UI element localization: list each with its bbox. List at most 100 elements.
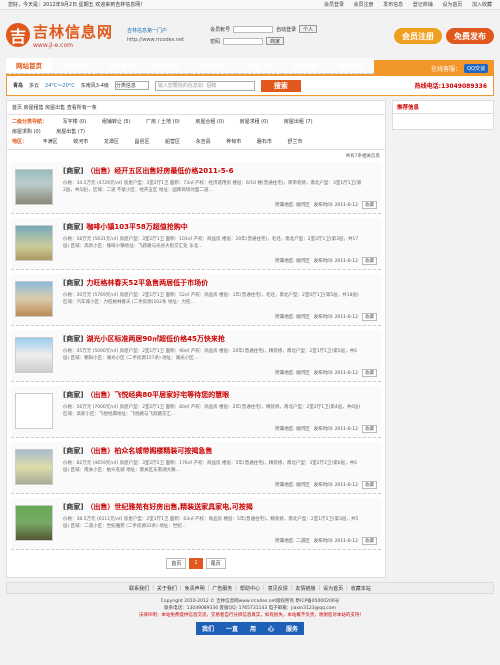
listing-thumbnail[interactable] [15,393,53,429]
account-input[interactable] [233,25,274,33]
page-last[interactable]: 尾页 [205,558,226,569]
nav-map[interactable]: 城市地图 [282,58,328,74]
top-link-shop[interactable]: 登记商铺 [413,2,433,8]
top-link-homepage[interactable]: 设为首页 [442,2,462,8]
listing-thumbnail[interactable] [15,449,53,485]
listing-thumbnail[interactable] [15,281,53,317]
qq-chat-button[interactable]: QQ交谈 [464,63,488,73]
listing-tag: [商家] [63,223,84,231]
cat-want-rent[interactable]: 房屋求租 (0) [240,119,269,125]
account-label: 会员帐号 [210,26,231,33]
weather-wind: 东南风3-4级 [80,83,109,89]
cat-office[interactable]: 写字楼 (0) [63,119,87,125]
listing-title[interactable]: 咖啡小镇103平58万超值抢购中 [86,223,187,231]
cat-share[interactable]: 房屋合租 (0) [195,119,224,125]
search-button[interactable]: 搜索 [260,79,301,92]
contact-text: 联系电话：13049089336 客服QQ: 1765731143 电子邮箱：j… [164,606,336,611]
legal-notice: 法律声明：本站免费提供信息交流，交易者自行分辨信息真实，如有损失，本站概不负责，… [138,613,362,618]
favorite-button[interactable]: 收藏 [362,425,377,433]
nav-forum[interactable]: 信息贴吧 [190,58,236,74]
listing-area: 所属地区: 顺河区 [275,203,310,208]
nav-news[interactable]: 本地新闻 [144,58,190,74]
member-register-button[interactable]: 会员注册 [394,28,442,44]
area-item[interactable]: 磐石市 [257,139,272,145]
listing-title[interactable]: （出售）柏众名城带阁楼精装可按揭急售 [86,447,212,455]
favorite-button[interactable]: 收藏 [362,313,377,321]
footer-link[interactable]: 帮助中心 [240,585,260,592]
cat-factory[interactable]: 厂房 / 土地 (0) [146,119,180,125]
cat-want-buy[interactable]: 房屋求购 (0) [12,129,41,135]
footer-link[interactable]: 友情链接 [295,585,315,592]
area-item[interactable]: 桦甸市 [226,139,241,145]
listing-tag: [商家] [63,335,84,343]
nav-home[interactable]: 网站首页 [6,58,52,74]
search-input[interactable]: 输入您要找的信息如: 招聘 [154,80,255,91]
favorite-button[interactable]: 收藏 [362,537,377,545]
nav-broadcast[interactable]: 同城广播 [236,58,282,74]
listing-desc: 价格：30万元 (5769元/㎡) 房屋户型：2室1厅1卫 面积：52㎡ 产权：… [63,293,359,305]
listing-title[interactable]: 力旺格林春天52平急售两居低于市场价 [86,279,208,287]
footer-link[interactable]: 免责声明 [185,585,205,592]
top-link-register[interactable]: 会员注册 [354,2,374,8]
footer-link[interactable]: 收藏本站 [351,585,371,592]
page-first[interactable]: 首页 [166,558,187,569]
listing-item[interactable]: [商家] 湖光小区标准两居90㎡超低价格45万快来抢 价格：45万元 (5000元… [11,330,381,382]
cat-sale[interactable]: 房屋出售 (7) [56,129,85,135]
area-item[interactable]: 龙潭区 [104,139,119,145]
nav-classified[interactable]: 分类信息 [52,58,98,74]
area-item[interactable]: 舒兰市 [287,139,302,145]
listing-time: 发布时间: 2011-6-12 [313,371,358,376]
listing-thumbnail[interactable] [15,169,53,205]
footer-link[interactable]: 关于我们 [157,585,177,592]
listing-thumbnail[interactable] [15,337,53,373]
welcome-text: 您好，今天是：2012年9月2日 星期五 欢迎来到吉林信息网！ [8,2,146,8]
area-item[interactable]: 丰满区 [43,139,58,145]
listing-item[interactable]: [商家] 力旺格林春天52平急售两居低于市场价 价格：30万元 (5769元/㎡)… [11,274,381,326]
area-item[interactable]: 永吉县 [196,139,211,145]
favorite-button[interactable]: 收藏 [362,201,377,209]
site-logo[interactable]: 吉 吉林信息网 www.jl-e.com [6,21,113,49]
footer-link[interactable]: 设为首页 [323,585,343,592]
listing-tag: [商家] [63,503,84,511]
listing-area: 所属地区: 顺河区 [275,371,310,376]
listing-thumbnail[interactable] [15,225,53,261]
business-button[interactable]: 商家 [266,37,285,45]
footer-link[interactable]: 联系我们 [129,585,149,592]
nav-yellowpages[interactable]: 商家黄页 [98,58,144,74]
favorite-button[interactable]: 收藏 [362,369,377,377]
listing-tag: [商家] [63,391,84,399]
category-select[interactable]: 分类信息 [114,81,149,90]
area-item[interactable]: 蛟河市 [73,139,88,145]
free-publish-button[interactable]: 免费发布 [446,28,494,44]
password-input[interactable] [223,37,264,45]
listing-desc: 价格：82万元 (4659元/㎡) 房屋户型：3室2厅2卫 面积：176㎡ 产权… [63,461,357,473]
listing-title[interactable]: （出售）经开五区出售好房最低价格2011-5-6 [86,167,233,175]
top-link-publish[interactable]: 发布信息 [383,2,403,8]
footer-link[interactable]: 广告服务 [212,585,232,592]
top-link-login[interactable]: 会员登录 [324,2,344,8]
listing-item[interactable]: [商家] （出售）经开五区出售好房最低价格2011-5-6 价格：34.5万元 (… [11,162,381,214]
password-label: 密码 [210,38,221,45]
listing-item[interactable]: [商家] （出售）飞悦经典80平居家好宅等待您的慧眼 价格：56万元 (7000元… [11,386,381,438]
listing-item[interactable]: [商家] （出售）柏众名城带阁楼精装可按揭急售 价格：82万元 (4659元/㎡)… [11,442,381,494]
remember-label[interactable]: 自动登录 [276,26,296,33]
listing-item[interactable]: [商家] 咖啡小镇103平58万超值抢购中 价格：58万元 (5631元/㎡) 房… [11,218,381,270]
main-nav: 网站首页 分类信息 商家黄页 本地新闻 信息贴吧 同城广播 城市地图 免费发布 … [6,58,494,76]
personal-button[interactable]: 个人 [299,25,318,33]
cat-shop[interactable]: 组铺转让 (5) [102,119,131,125]
listing-title[interactable]: （出售）世纪雅苑有好房出售,精装送家具家电,可按揭 [86,503,252,511]
area-item[interactable]: 船营区 [165,139,180,145]
nav-publish[interactable]: 免费发布 [328,58,374,74]
page-current[interactable]: 1 [189,558,203,569]
favorite-button[interactable]: 收藏 [362,257,377,265]
cat-rent[interactable]: 房屋出租 (7) [284,119,313,125]
listing-thumbnail[interactable] [15,505,53,541]
footer-link[interactable]: 意见反馈 [268,585,288,592]
top-link-favorite[interactable]: 加入收藏 [472,2,492,8]
listing-title[interactable]: 湖光小区标准两居90㎡超低价格45万快来抢 [86,335,224,343]
listing-title[interactable]: （出售）飞悦经典80平居家好宅等待您的慧眼 [86,391,229,399]
favorite-button[interactable]: 收藏 [362,481,377,489]
listing-item[interactable]: [商家] （出售）世纪雅苑有好房出售,精装送家具家电,可按揭 价格：38.5万元 … [11,498,381,550]
area-item[interactable]: 昌邑区 [134,139,149,145]
listing-desc: 价格：56万元 (7000元/㎡) 房屋户型：2室2厅1卫 面积：80㎡ 产权：… [63,405,361,417]
